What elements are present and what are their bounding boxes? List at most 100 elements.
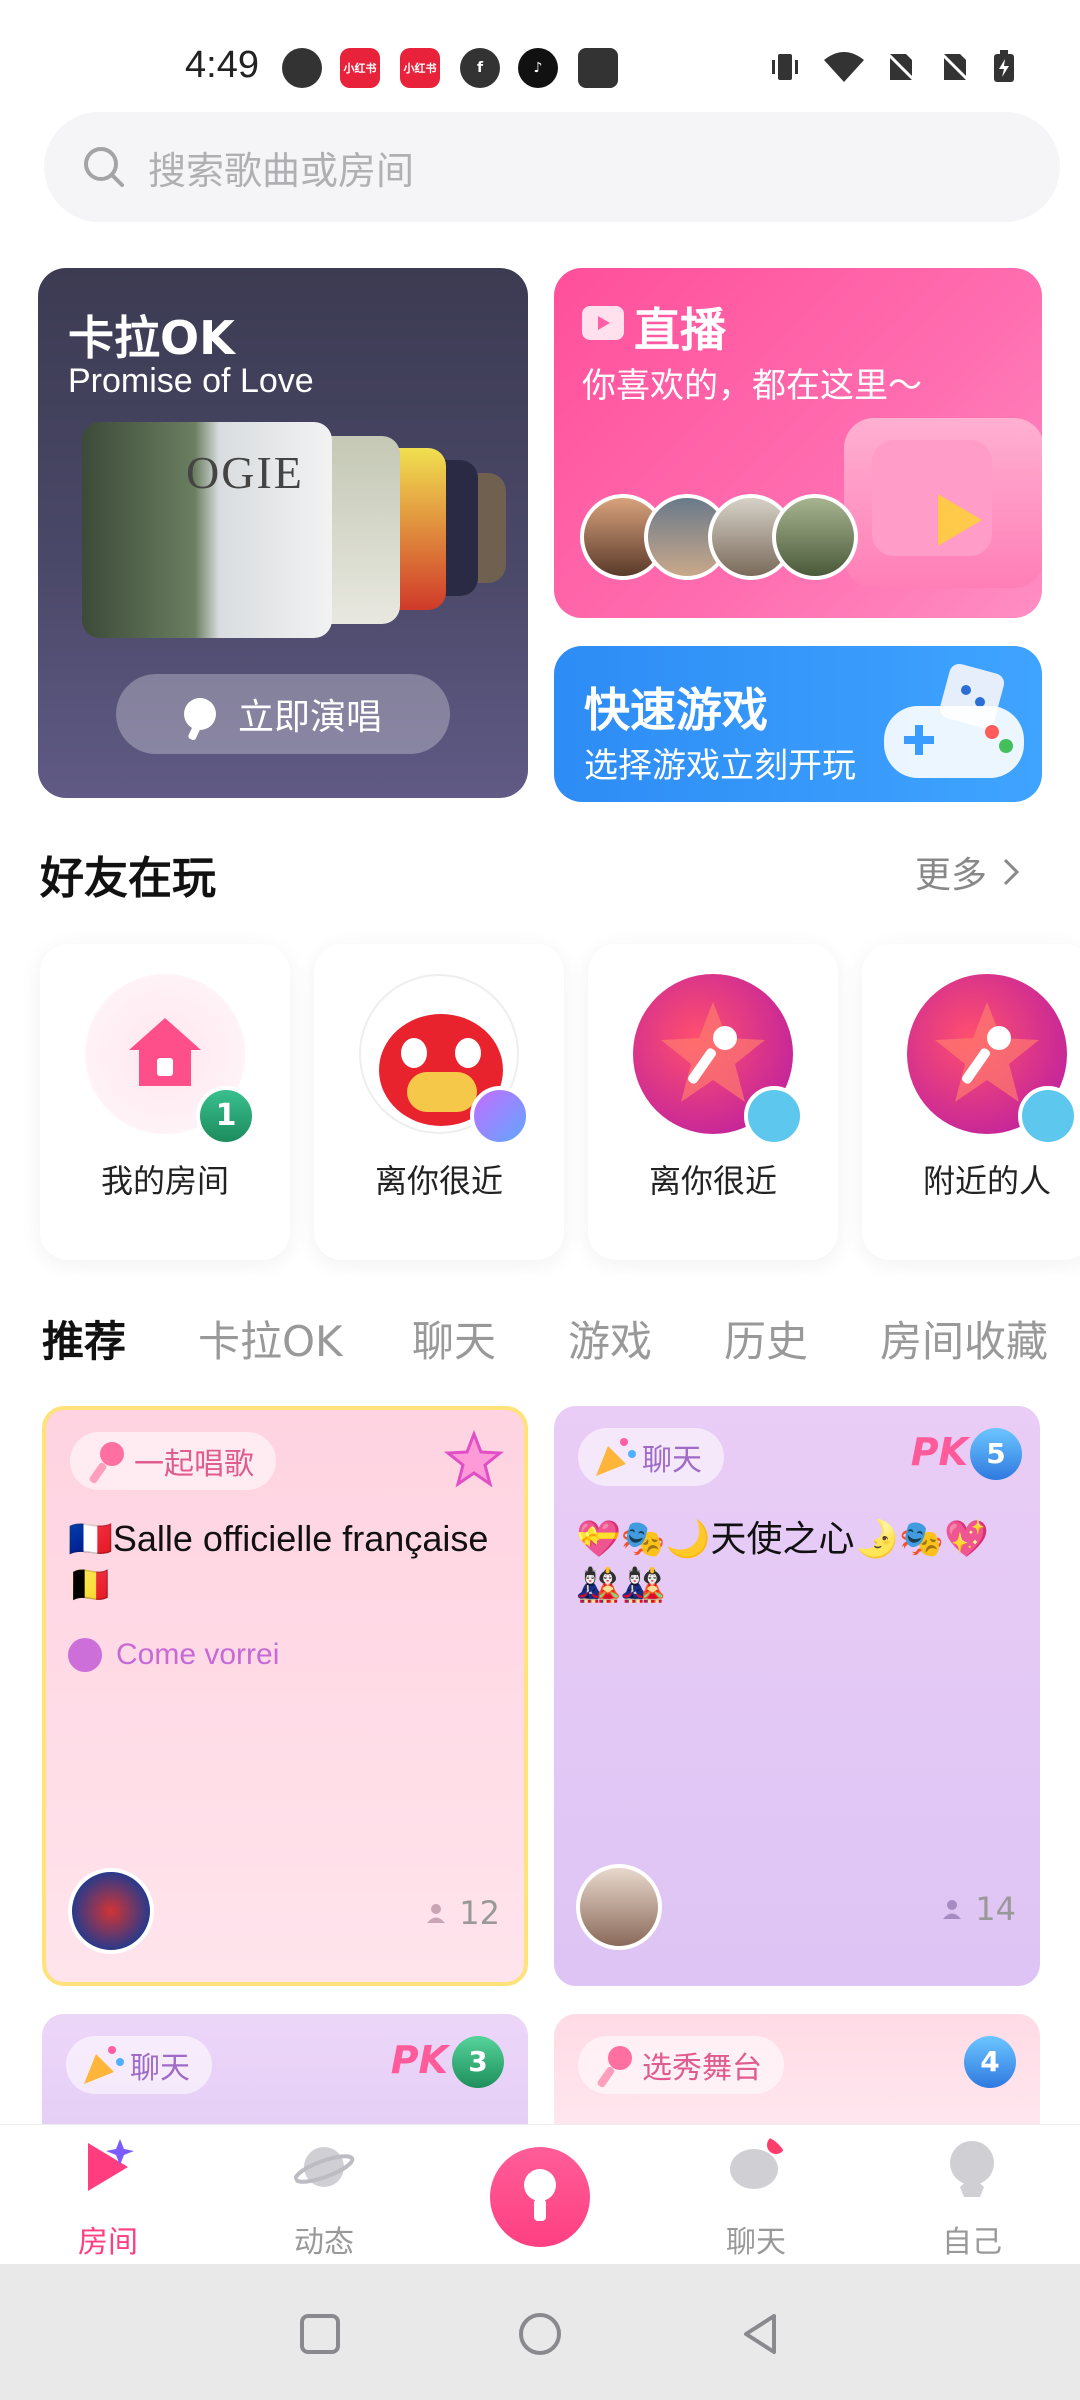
tab-recommended[interactable]: 推荐 xyxy=(42,1308,126,1369)
room-title: 🇫🇷Salle officielle française🇧🇪 xyxy=(68,1518,489,1605)
xiaohongshu-icon: 小红书 xyxy=(400,48,440,88)
search-icon xyxy=(84,147,124,187)
back-icon[interactable] xyxy=(738,2310,782,2358)
level-badge: 5 xyxy=(970,1428,1022,1480)
album-cover: OGIE xyxy=(82,422,332,638)
more-label: 更多 xyxy=(915,855,988,896)
room-count-value: 14 xyxy=(975,1890,1016,1928)
level-badge: 3 xyxy=(452,2036,504,2088)
party-popper-icon xyxy=(596,1438,636,1476)
room-title: 💝🎭🌙天使之心🌛🎭💖🎎🎎 xyxy=(576,1518,989,1605)
gamepad-badge-icon xyxy=(1018,1086,1078,1146)
quick-game-card[interactable]: 快速游戏 选择游戏立刻开玩 xyxy=(554,646,1042,802)
room-card[interactable]: 聊天 PK 5 💝🎭🌙天使之心🌛🎭💖🎎🎎 14 xyxy=(554,1406,1040,1986)
microphone-icon xyxy=(183,698,216,730)
tv-icon xyxy=(582,306,624,340)
status-time: 4:49 xyxy=(185,44,259,86)
karaoke-song: Promise of Love xyxy=(68,362,314,400)
room-tag-label: 一起唱歌 xyxy=(134,1447,254,1482)
app-notification-icon xyxy=(578,48,618,88)
live-card[interactable]: 直播 你喜欢的，都在这里～ xyxy=(554,268,1042,618)
nav-rooms[interactable]: 房间 xyxy=(28,2135,188,2261)
karaoke-card[interactable]: 卡拉OK Promise of Love OGIE 立即演唱 xyxy=(38,268,528,798)
play-badge-icon xyxy=(470,1086,530,1146)
host-avatar xyxy=(68,1868,154,1954)
room-tag: 聊天 xyxy=(66,2036,212,2094)
room-card[interactable]: 一起唱歌 🇫🇷Salle officielle française🇧🇪 Come… xyxy=(42,1406,528,1986)
chevron-right-icon xyxy=(1003,858,1020,886)
host-avatar xyxy=(576,1864,662,1950)
karaoke-title: 卡拉OK xyxy=(68,311,235,365)
nav-label: 房间 xyxy=(78,2225,138,2260)
party-popper-icon xyxy=(84,2046,124,2084)
room-tag-label: 聊天 xyxy=(130,2051,190,2086)
friends-section-title: 好友在玩 xyxy=(40,853,216,904)
friend-item[interactable]: 离你很近 xyxy=(314,944,564,1260)
rooms-icon xyxy=(88,2139,134,2191)
tab-chat[interactable]: 聊天 xyxy=(412,1308,496,1369)
room-tag-label: 聊天 xyxy=(642,1443,702,1478)
gamepad-dice-icon xyxy=(884,663,1024,778)
room-song-label: Come vorrei xyxy=(116,1638,280,1671)
room-tag: 选秀舞台 xyxy=(578,2036,784,2094)
chat-icon xyxy=(730,2136,785,2189)
friend-item-my-room[interactable]: 1 我的房间 xyxy=(40,944,290,1260)
room-tag-label: 选秀舞台 xyxy=(642,2051,762,2086)
friend-label: 离你很近 xyxy=(648,1162,777,1200)
room-card[interactable]: 选秀舞台 4 xyxy=(554,2014,1040,2124)
person-icon xyxy=(943,1900,962,1919)
level-badge: 4 xyxy=(964,2036,1016,2088)
nav-me[interactable]: 自己 xyxy=(892,2135,1052,2261)
room-listener-count: 14 xyxy=(941,1890,1016,1928)
nav-label: 自己 xyxy=(942,2225,1002,2260)
live-subtitle: 你喜欢的，都在这里～ xyxy=(582,366,922,406)
room-tag: 一起唱歌 xyxy=(70,1432,276,1490)
friend-item[interactable]: 离你很近 xyxy=(588,944,838,1260)
pk-badge-icon: PK xyxy=(910,1430,968,1474)
search-bar[interactable]: 搜索歌曲或房间 xyxy=(44,112,1060,222)
xiaohongshu-icon: 小红书 xyxy=(340,48,380,88)
game-title: 快速游戏 xyxy=(584,683,768,737)
level-badge: 1 xyxy=(196,1086,256,1146)
tab-favorites[interactable]: 房间收藏 xyxy=(880,1308,1048,1369)
sing-center-button[interactable] xyxy=(490,2147,590,2247)
no-sim-icon xyxy=(938,50,972,84)
friend-label: 我的房间 xyxy=(100,1162,229,1200)
bottom-nav: 房间 动态 聊天 自己 xyxy=(0,2124,1080,2264)
profile-icon xyxy=(950,2141,994,2197)
tab-karaoke[interactable]: 卡拉OK xyxy=(198,1308,343,1369)
room-card[interactable]: 聊天 PK 3 xyxy=(42,2014,528,2124)
tab-game[interactable]: 游戏 xyxy=(568,1308,652,1369)
nav-label: 聊天 xyxy=(726,2225,786,2260)
star-favorite-icon[interactable] xyxy=(444,1430,504,1490)
recent-apps-icon[interactable] xyxy=(298,2312,342,2356)
search-placeholder: 搜索歌曲或房间 xyxy=(148,148,415,193)
more-link[interactable]: 更多 xyxy=(915,846,1021,898)
sing-now-button[interactable]: 立即演唱 xyxy=(116,674,450,754)
game-subtitle: 选择游戏立刻开玩 xyxy=(584,746,856,786)
gamepad-badge-icon xyxy=(744,1086,804,1146)
nav-label: 动态 xyxy=(294,2225,354,2260)
home-icon[interactable] xyxy=(516,2310,564,2358)
nav-chat[interactable]: 聊天 xyxy=(676,2135,836,2261)
room-listener-count: 12 xyxy=(425,1894,500,1932)
battery-charging-icon xyxy=(994,50,1014,82)
room-count-value: 12 xyxy=(459,1894,500,1932)
friend-item[interactable]: 附近的人 xyxy=(862,944,1080,1260)
music-disc-icon xyxy=(68,1638,102,1672)
tab-history[interactable]: 历史 xyxy=(724,1308,808,1369)
nav-feed[interactable]: 动态 xyxy=(244,2135,404,2261)
facebook-icon: f xyxy=(460,48,500,88)
vibrate-icon xyxy=(772,54,798,80)
system-navigation-bar xyxy=(0,2264,1080,2400)
microphone-icon xyxy=(597,2046,632,2088)
avatar xyxy=(772,494,858,580)
pk-badge-icon: PK xyxy=(390,2038,448,2082)
room-tag: 聊天 xyxy=(578,1428,724,1486)
friend-label: 附近的人 xyxy=(922,1162,1051,1200)
sing-now-label: 立即演唱 xyxy=(237,697,382,738)
friend-label: 离你很近 xyxy=(374,1162,503,1200)
person-icon xyxy=(427,1904,446,1923)
tv-illustration xyxy=(844,418,1042,588)
tiktok-icon: ♪ xyxy=(518,48,558,88)
